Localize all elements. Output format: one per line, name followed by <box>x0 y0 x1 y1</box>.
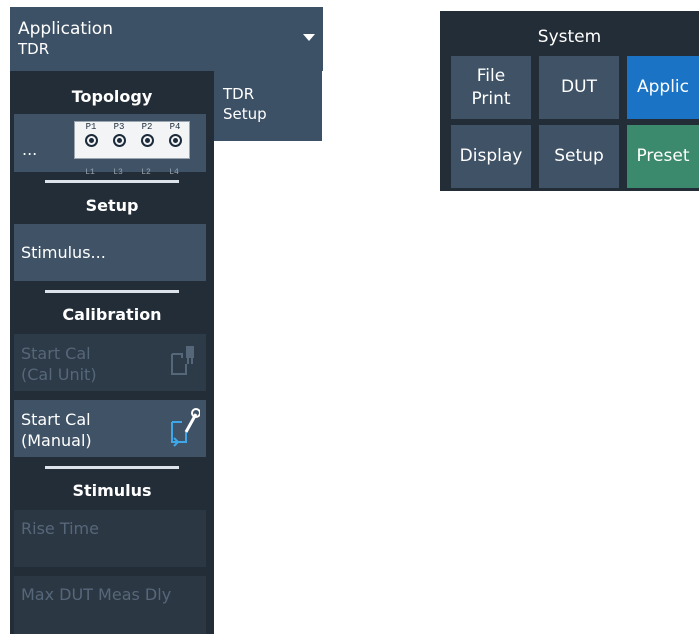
start-cal-manual-button[interactable]: Start Cal (Manual) <box>14 400 206 457</box>
applic-button[interactable]: Applic <box>627 56 699 119</box>
dut-button[interactable]: DUT <box>539 56 619 119</box>
tab-tdr-setup[interactable]: TDR Setup <box>214 71 322 141</box>
topology-button-label: ... <box>22 140 38 159</box>
topology-title: Topology <box>71 87 153 106</box>
topology-button[interactable]: ... P1 P3 P2 P4 L1 L3 L2 L4 <box>14 114 206 177</box>
wrench-cal-icon <box>171 408 200 447</box>
display-button[interactable]: Display <box>451 125 531 188</box>
divider <box>45 466 179 469</box>
stimulus-section-title: Stimulus <box>72 481 152 500</box>
preset-button[interactable]: Preset <box>627 125 699 188</box>
port-p1: P1 <box>79 123 103 147</box>
calibration-title: Calibration <box>62 305 162 324</box>
application-dropdown[interactable]: Application TDR <box>10 7 323 71</box>
line-labels: L1 L3 L2 L4 <box>74 162 190 177</box>
system-panel: System File Print DUT Applic Display Set… <box>440 11 699 191</box>
port-topology-icon: P1 P3 P2 P4 <box>74 121 190 159</box>
file-print-button[interactable]: File Print <box>451 56 531 119</box>
file-print-line1: File <box>476 65 506 86</box>
port-p3: P3 <box>107 123 131 147</box>
setup-title: Setup <box>85 196 139 215</box>
stimulus-button[interactable]: Stimulus... <box>14 224 206 281</box>
port-p2: P2 <box>135 123 159 147</box>
system-title: System <box>537 27 602 47</box>
max-dut-meas-dly-button[interactable]: Max DUT Meas Dly <box>14 576 206 634</box>
rise-time-button[interactable]: Rise Time <box>14 510 206 567</box>
caret-down-icon[interactable] <box>303 34 315 41</box>
application-label: Application <box>18 19 113 39</box>
tab-label-line2: Setup <box>223 105 267 123</box>
setup-button[interactable]: Setup <box>539 125 619 188</box>
application-value: TDR <box>18 40 50 58</box>
tab-label-line1: TDR <box>223 85 255 103</box>
divider <box>45 290 179 293</box>
divider <box>45 180 179 183</box>
start-cal-unit-button[interactable]: Start Cal (Cal Unit) <box>14 334 206 391</box>
file-print-line2: Print <box>471 88 511 109</box>
port-p4: P4 <box>163 123 187 147</box>
cal-unit-icon <box>171 346 194 375</box>
softkey-panel: Topology ... P1 P3 P2 P4 L1 L3 L2 L4 Set… <box>10 71 214 634</box>
